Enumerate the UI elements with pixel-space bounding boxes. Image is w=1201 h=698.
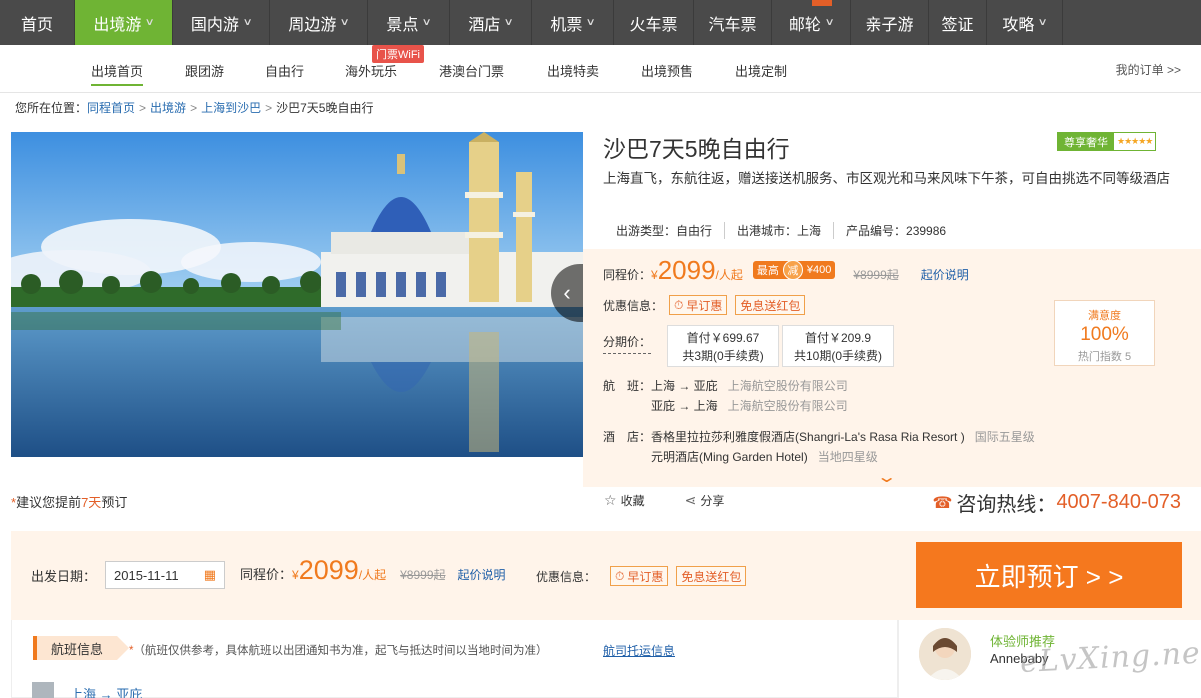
chevron-down-icon: ∨: [1037, 17, 1049, 28]
baggage-info-link[interactable]: 航司托运信息: [603, 642, 675, 659]
subnav-item-custom[interactable]: 出境定制: [735, 61, 787, 80]
nav-item-cruises[interactable]: 邮轮 ∨: [772, 0, 851, 45]
subnav-item-presale[interactable]: 出境预售: [641, 61, 693, 80]
travel-type: 出游类型：自由行: [603, 222, 726, 239]
breadcrumb-route[interactable]: 上海到沙巴: [201, 101, 261, 115]
red-packet-tag[interactable]: 免息送红包: [735, 295, 806, 315]
nav-item-family[interactable]: 亲子游: [851, 0, 929, 45]
my-orders-link[interactable]: 我的订单 >>: [1116, 61, 1181, 78]
product-code: 产品编号：239986: [846, 224, 947, 238]
satisfaction-box: 满意度 100% 热门指数 5: [1054, 300, 1155, 366]
discount-badge: 最高减 ¥400: [752, 260, 836, 280]
nav-item-flights[interactable]: 机票 ∨: [532, 0, 614, 45]
early-booking-tag[interactable]: ⏱ 早订惠: [610, 566, 669, 586]
new-badge: [812, 0, 832, 6]
luxury-badge: 尊享奢华 ★★★★★: [1057, 132, 1157, 151]
subnav-item-free[interactable]: 自由行: [265, 61, 304, 80]
route-label[interactable]: 上海 → 亚庇: [70, 684, 142, 698]
chevron-down-icon: ∨: [242, 17, 253, 28]
chevron-down-icon: ∨: [585, 17, 597, 28]
book-now-button[interactable]: 立即预订 > >: [916, 542, 1182, 608]
product-image: ‹: [11, 132, 583, 457]
nav-item-nearby[interactable]: 周边游 ∨: [270, 0, 368, 45]
clock-icon: ⏱: [615, 568, 625, 583]
installment-option[interactable]: 首付￥699.67 共3期(0手续费): [667, 325, 780, 367]
nav-item-outbound[interactable]: 出境游 ∨: [75, 0, 173, 45]
booking-advice: *建议您提前7天预订: [11, 495, 128, 510]
subnav-item-home[interactable]: 出境首页: [91, 61, 144, 86]
rating-stars: ★★★★★: [1117, 136, 1153, 146]
chevron-down-icon: ∨: [824, 17, 835, 28]
nav-item-visa[interactable]: 签证: [929, 0, 987, 45]
price-explain-link[interactable]: 起价说明: [921, 266, 969, 283]
chevron-down-icon: ∨: [339, 17, 351, 28]
price-value: 2099: [657, 255, 716, 285]
hotel-summary: 酒 店：香格里拉拉莎利雅度假酒店(Shangri-La's Rasa Ria R…: [603, 430, 1035, 464]
tab-flight-info[interactable]: 航班信息: [33, 636, 130, 660]
price-panel: 同程价： ¥ 2099 /人起 最高减 ¥400 ¥8999起 起价说明 优惠信息…: [583, 249, 1201, 487]
product-description: 上海直飞，东航往返，赠送接送机服务、市区观光和马来风味下午茶，可自由挑选不同等级…: [603, 171, 1170, 186]
installment-option[interactable]: 首付￥209.9 共10期(0手续费): [782, 325, 895, 367]
flight-summary: 航 班：上海 → 亚庇 上海航空股份有限公司 亚庇 → 上海 上海航空股份有限公司: [603, 379, 848, 413]
chevron-down-icon: ∨: [503, 17, 515, 28]
early-booking-tag[interactable]: ⏱ 早订惠: [669, 295, 728, 315]
booking-offers: 优惠信息： ⏱ 早订惠 免息送红包: [536, 566, 754, 586]
breadcrumb-current: 沙巴7天5晚自由行: [276, 101, 374, 115]
clock-icon: ⏱: [674, 297, 684, 312]
booking-bar: 出发日期： 2015-11-11 ▦ 同程价： ¥ 2099 /人起 ¥8999…: [11, 531, 1201, 620]
top-nav: 首页 出境游 ∨ 国内游 ∨ 周边游 ∨ 景点 ∨ 酒店 ∨ 机票 ∨ 火车票 汽车票 邮轮…: [0, 0, 1201, 45]
price-explain-link[interactable]: 起价说明: [458, 566, 506, 583]
subnav-item-sale[interactable]: 出境特卖: [547, 61, 599, 80]
nav-item-domestic[interactable]: 国内游 ∨: [173, 0, 270, 45]
chevron-down-icon: ∨: [421, 17, 433, 28]
breadcrumb-outbound[interactable]: 出境游: [150, 101, 186, 115]
share-icon: ⋖: [684, 492, 697, 508]
nav-item-buses[interactable]: 汽车票: [694, 0, 772, 45]
sub-nav: 门票WiFi 出境首页 跟团游 自由行 海外玩乐 港澳台门票 出境特卖 出境预售…: [0, 45, 1201, 93]
nav-item-hotels[interactable]: 酒店 ∨: [450, 0, 532, 45]
avatar[interactable]: [919, 628, 971, 680]
nav-item-home[interactable]: 首页: [0, 0, 75, 45]
subnav-item-fun[interactable]: 海外玩乐: [345, 61, 397, 80]
red-packet-tag[interactable]: 免息送红包: [676, 566, 747, 586]
breadcrumb-home[interactable]: 同程首页: [87, 101, 135, 115]
hotline: ☎ 咨询热线： 4007-840-073: [932, 491, 1182, 516]
nav-item-guides[interactable]: 攻略 ∨: [987, 0, 1063, 45]
booking-price: 同程价： ¥ 2099 /人起 ¥8999起 起价说明: [240, 555, 506, 585]
installment-row: 分期价： 首付￥699.67 共3期(0手续费) 首付￥209.9 共10期(0…: [603, 325, 897, 367]
route-marker: [32, 682, 54, 698]
expand-chevron-icon[interactable]: ⌄: [876, 467, 897, 487]
star-icon: ☆: [604, 492, 617, 508]
nav-item-trains[interactable]: 火车票: [614, 0, 694, 45]
phone-icon: ☎: [932, 494, 953, 512]
departure-city: 出港城市：上海: [725, 222, 835, 239]
departure-date-input[interactable]: 2015-11-11 ▦: [105, 561, 225, 589]
product-meta: 出游类型：自由行 出港城市：上海 产品编号：239986: [603, 222, 958, 239]
nav-item-attractions[interactable]: 景点 ∨: [368, 0, 450, 45]
page-title: 沙巴7天5晚自由行: [603, 136, 790, 162]
offers-row: 优惠信息： ⏱ 早订惠 免息送红包: [603, 295, 813, 315]
flight-note: *（航班仅供参考，具体航班以出团通知书为准，起飞与抵达时间以当地时间为准）: [129, 645, 548, 657]
flight-info-section: 航班信息 *（航班仅供参考，具体航班以出团通知书为准，起飞与抵达时间以当地时间为…: [11, 620, 898, 698]
share-button[interactable]: ⋖ 分享: [685, 492, 725, 509]
actions-row: ☆ 收藏 ⋖ 分享: [604, 492, 764, 509]
chevron-down-icon: ∨: [144, 17, 156, 28]
calendar-icon: ▦: [203, 567, 216, 582]
breadcrumb: 您所在位置：同程首页 > 出境游 > 上海到沙巴 > 沙巴7天5晚自由行: [15, 101, 374, 115]
price-row: 同程价： ¥ 2099 /人起 最高减 ¥400 ¥8999起 起价说明: [603, 255, 969, 285]
favorite-button[interactable]: ☆ 收藏: [604, 492, 645, 509]
original-price: ¥8999起: [853, 268, 899, 282]
subnav-item-tickets[interactable]: 港澳台门票: [439, 61, 504, 80]
subnav-item-group[interactable]: 跟团游: [185, 61, 224, 80]
